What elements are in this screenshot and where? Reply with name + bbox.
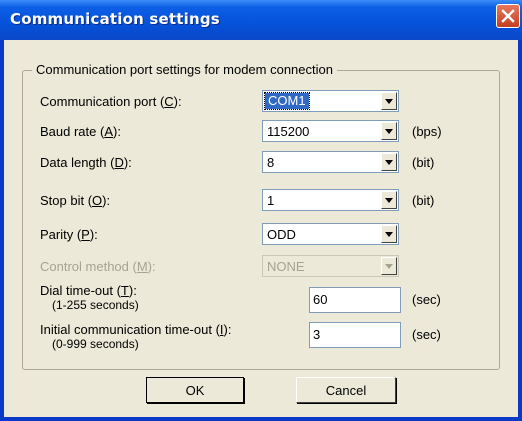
data-length-value: 8 <box>267 155 275 170</box>
close-button[interactable] <box>496 4 520 28</box>
data-length-unit: (bit) <box>412 155 435 170</box>
stop-bit-label: Stop bit (O): <box>40 193 111 208</box>
chevron-down-icon <box>385 197 393 203</box>
control-method-dropdown-button <box>381 257 397 275</box>
baud-rate-select[interactable]: 115200 <box>262 120 399 142</box>
dial-timeout-unit: (sec) <box>412 292 441 307</box>
parity-value: ODD <box>267 227 296 242</box>
control-method-label: Control method (M): <box>40 259 156 274</box>
chevron-down-icon <box>385 263 393 269</box>
data-length-label: Data length (D): <box>40 155 132 170</box>
parity-label: Parity (P): <box>40 227 98 242</box>
stop-bit-value: 1 <box>267 193 275 208</box>
parity-select[interactable]: ODD <box>262 223 399 245</box>
stop-bit-select[interactable]: 1 <box>262 189 399 211</box>
stop-bit-unit: (bit) <box>412 193 435 208</box>
group-title: Communication port settings for modem co… <box>32 62 337 77</box>
dial-timeout-hint: (1-255 seconds) <box>52 298 139 312</box>
init-timeout-hint: (0-999 seconds) <box>52 337 139 351</box>
control-method-value: NONE <box>267 259 305 274</box>
init-timeout-unit: (sec) <box>412 327 441 342</box>
init-timeout-field[interactable] <box>309 322 401 348</box>
dial-timeout-input[interactable] <box>313 292 393 307</box>
ok-button[interactable]: OK <box>146 377 244 403</box>
control-method-select: NONE <box>262 255 399 277</box>
baud-rate-unit: (bps) <box>412 124 442 139</box>
chevron-down-icon <box>385 128 393 134</box>
data-length-dropdown-button[interactable] <box>381 153 397 171</box>
comm-port-value: COM1 <box>264 92 310 110</box>
window-title: Communication settings <box>10 10 220 28</box>
data-length-select[interactable]: 8 <box>262 151 399 173</box>
chevron-down-icon <box>385 98 393 104</box>
chevron-down-icon <box>385 231 393 237</box>
baud-rate-label: Baud rate (A): <box>40 124 121 139</box>
cancel-button[interactable]: Cancel <box>296 377 396 403</box>
close-icon <box>501 9 515 23</box>
dial-timeout-field[interactable] <box>309 287 401 313</box>
comm-port-label: Communication port (C): <box>40 94 182 109</box>
title-bar[interactable]: Communication settings <box>0 0 522 40</box>
baud-rate-value: 115200 <box>267 124 310 139</box>
dial-timeout-label: Dial time-out (T): <box>40 283 137 298</box>
comm-port-dropdown-button[interactable] <box>381 92 397 110</box>
init-timeout-label: Initial communication time-out (I): <box>40 322 232 337</box>
baud-rate-dropdown-button[interactable] <box>381 122 397 140</box>
chevron-down-icon <box>385 159 393 165</box>
stop-bit-dropdown-button[interactable] <box>381 191 397 209</box>
comm-port-select[interactable]: COM1 <box>262 90 399 112</box>
init-timeout-input[interactable] <box>313 327 393 342</box>
parity-dropdown-button[interactable] <box>381 225 397 243</box>
